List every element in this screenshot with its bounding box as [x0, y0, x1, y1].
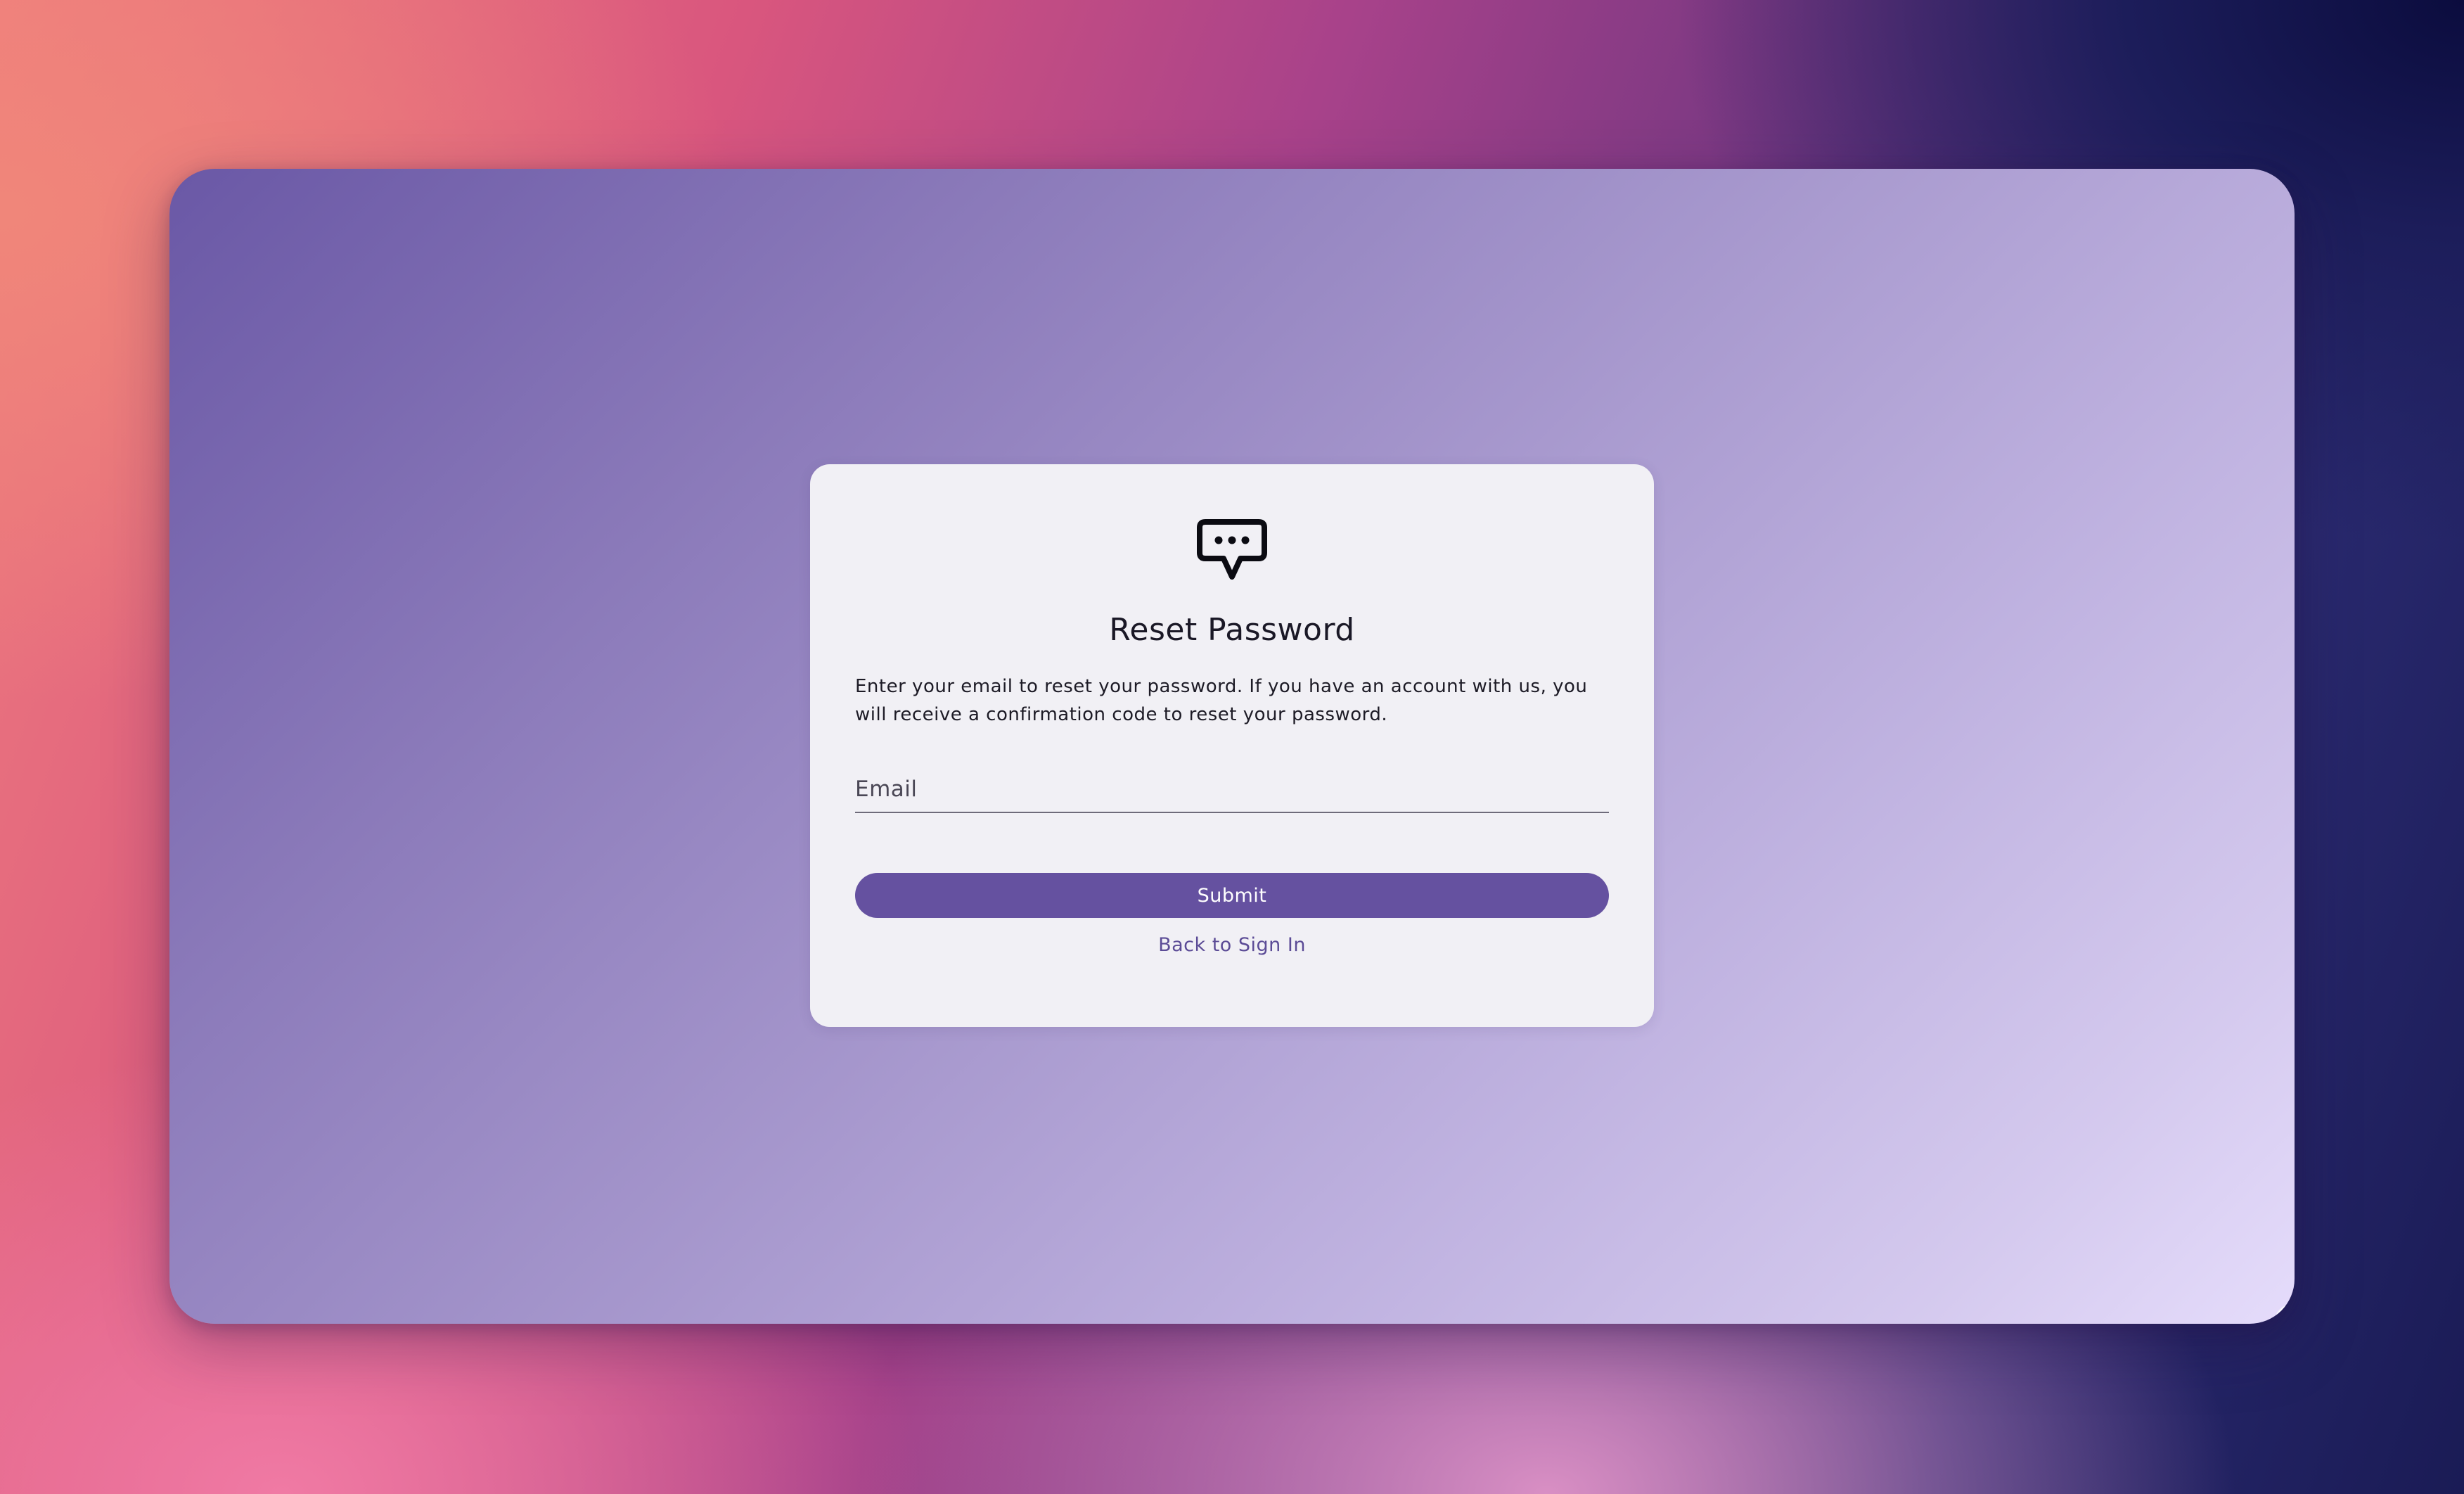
desktop-background: Reset Password Enter your email to reset…	[0, 0, 2464, 1494]
back-to-sign-in-link[interactable]: Back to Sign In	[1158, 934, 1306, 956]
email-field-container	[855, 767, 1609, 813]
app-window: Reset Password Enter your email to reset…	[169, 169, 2295, 1324]
reset-password-card: Reset Password Enter your email to reset…	[810, 464, 1654, 1027]
reset-instructions: Enter your email to reset your password.…	[855, 676, 1588, 725]
resize-handle[interactable]	[2271, 1300, 2295, 1324]
page-title: Reset Password	[1109, 612, 1355, 648]
submit-button[interactable]: Submit	[855, 873, 1609, 918]
chat-bubble-icon	[1197, 519, 1267, 580]
email-input[interactable]	[855, 767, 1609, 812]
back-to-sign-in-container: Back to Sign In	[810, 934, 1654, 956]
